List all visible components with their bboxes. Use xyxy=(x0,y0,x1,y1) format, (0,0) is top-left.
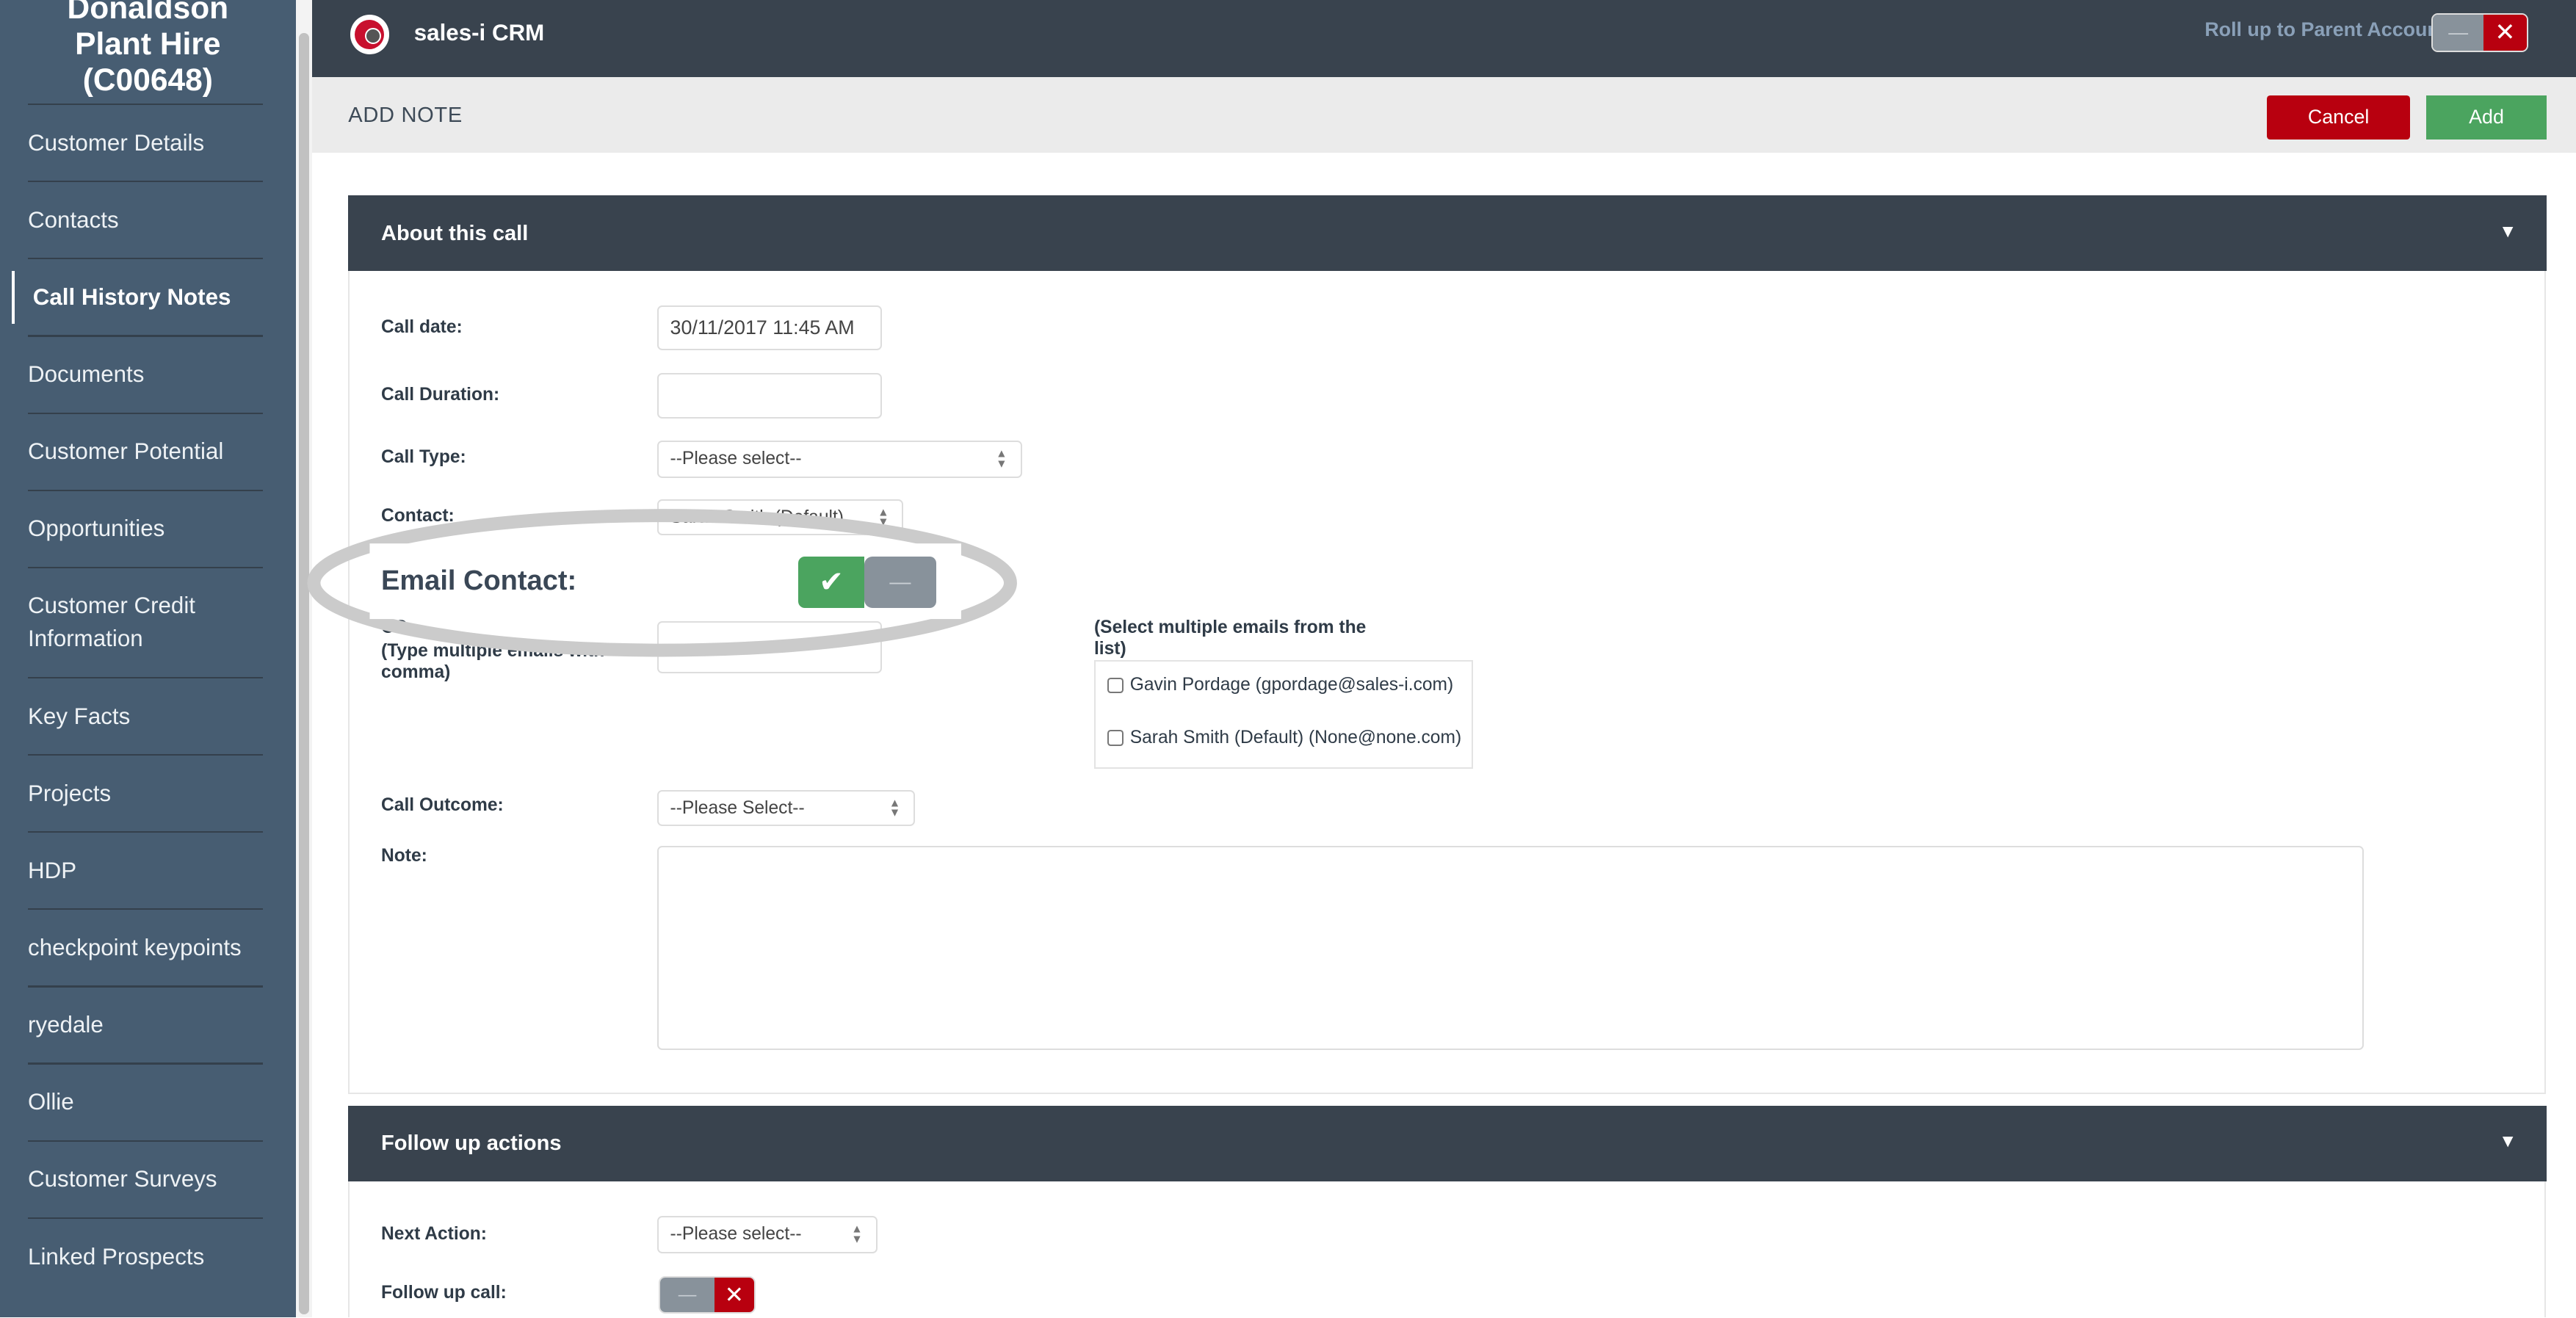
sidebar-item-hdp[interactable]: HDP xyxy=(0,831,296,908)
sidebar-scrollbar-thumb[interactable] xyxy=(299,32,309,1314)
call-type-select[interactable]: --Please select-- ▲ ▼ xyxy=(656,440,1022,479)
email-option-gavin[interactable]: Gavin Pordage (gpordage@sales-i.com) xyxy=(1107,675,1453,695)
sidebar-item-checkpoint-keypoints[interactable]: checkpoint keypoints xyxy=(0,908,296,985)
sidebar-item-opportunities[interactable]: Opportunities xyxy=(0,490,296,567)
select-emails-hint-line1: (Select multiple emails from the xyxy=(1093,618,1367,638)
sidebar-item-key-facts[interactable]: Key Facts xyxy=(0,677,296,754)
action-bar xyxy=(312,77,2576,153)
call-type-label: Call Type: xyxy=(381,446,466,467)
sidebar-item-linked-prospects[interactable]: Linked Prospects xyxy=(0,1217,296,1295)
sidebar-item-projects[interactable]: Projects xyxy=(0,754,296,831)
select-arrows-icon: ▲ ▼ xyxy=(889,797,901,819)
sidebar-item-label: Customer Surveys xyxy=(28,1166,217,1192)
email-option-label: Gavin Pordage (gpordage@sales-i.com) xyxy=(1129,675,1454,695)
sidebar-item-call-history-notes[interactable]: Call History Notes xyxy=(0,258,296,335)
sidebar-item-label: Documents xyxy=(28,361,145,388)
sidebar-item-customer-potential[interactable]: Customer Potential xyxy=(0,413,296,490)
sidebar-item-label: Customer Details xyxy=(28,129,205,156)
account-name-line1: Donaldson xyxy=(67,0,229,26)
sidebar-item-customer-surveys[interactable]: Customer Surveys xyxy=(0,1140,296,1217)
sidebar-item-label: Customer Credit Information xyxy=(28,593,195,651)
account-code: (C00648) xyxy=(82,63,213,98)
sidebar-item-customer-credit-information[interactable]: Customer Credit Information xyxy=(0,567,296,677)
sidebar-item-label: Key Facts xyxy=(28,703,131,729)
email-contact-label: Email Contact: xyxy=(381,565,577,596)
sidebar-item-ollie[interactable]: Ollie xyxy=(0,1062,296,1140)
sidebar-item-ryedale[interactable]: ryedale xyxy=(0,985,296,1062)
call-outcome-value: --Please Select-- xyxy=(670,797,805,818)
rollup-toggle[interactable]: — ✕ xyxy=(2431,12,2528,53)
next-action-select[interactable]: --Please select-- ▲ ▼ xyxy=(656,1215,878,1253)
sidebar-item-label: Contacts xyxy=(28,206,119,233)
call-duration-label: Call Duration: xyxy=(381,384,500,405)
sidebar: Donaldson Plant Hire (C00648) Customer D… xyxy=(0,0,296,1318)
close-icon: ✕ xyxy=(2483,14,2527,51)
call-date-label: Call date: xyxy=(381,316,463,337)
email-option-sarah[interactable]: Sarah Smith (Default) (None@none.com) xyxy=(1107,728,1461,748)
rollup-label: Roll up to Parent Account: xyxy=(2204,18,2453,40)
panel-title: About this call xyxy=(381,222,529,245)
active-indicator xyxy=(11,271,15,324)
email-option-label: Sarah Smith (Default) (None@none.com) xyxy=(1129,728,1462,748)
sidebar-item-contacts[interactable]: Contacts xyxy=(0,181,296,258)
select-arrows-icon: ▲ ▼ xyxy=(851,1223,863,1246)
call-outcome-label: Call Outcome: xyxy=(381,794,504,815)
sidebar-item-label: Call History Notes xyxy=(32,284,231,311)
add-button[interactable]: Add xyxy=(2426,95,2547,140)
follow-up-call-label: Follow up call: xyxy=(381,1283,507,1303)
select-emails-hint-line2: list) xyxy=(1093,639,1126,659)
dash-icon: — xyxy=(864,557,937,608)
dash-icon: — xyxy=(660,1278,714,1313)
close-icon: ✕ xyxy=(714,1278,754,1313)
account-title: Donaldson Plant Hire (C00648) xyxy=(0,0,296,98)
checkbox[interactable] xyxy=(1107,677,1124,694)
collapse-caret-icon[interactable]: ▼ xyxy=(2499,1131,2517,1152)
collapse-caret-icon[interactable]: ▼ xyxy=(2499,222,2517,242)
page-title: ADD NOTE xyxy=(348,103,463,127)
about-call-panel-header[interactable]: About this call ▼ xyxy=(348,195,2547,272)
account-name-line2: Plant Hire xyxy=(75,26,221,62)
sidebar-item-label: checkpoint keypoints xyxy=(28,934,242,960)
note-textarea[interactable] xyxy=(656,846,2365,1050)
sidebar-item-label: Customer Potential xyxy=(28,438,224,465)
checkmark-icon: ✔ xyxy=(798,557,864,608)
checkbox[interactable] xyxy=(1107,730,1124,747)
call-duration-input[interactable] xyxy=(656,372,883,419)
followup-panel-header[interactable]: Follow up actions ▼ xyxy=(348,1105,2547,1181)
panel-title: Follow up actions xyxy=(381,1131,562,1156)
sales-i-logo-icon xyxy=(350,15,390,54)
call-date-input[interactable]: 30/11/2017 11:45 AM xyxy=(656,305,883,350)
email-contact-toggle[interactable]: ✔ — xyxy=(798,557,937,608)
follow-up-call-toggle[interactable]: — ✕ xyxy=(659,1276,756,1314)
call-type-value: --Please select-- xyxy=(670,449,802,469)
next-action-label: Next Action: xyxy=(381,1223,487,1244)
cancel-button[interactable]: Cancel xyxy=(2267,95,2410,140)
sidebar-item-customer-details[interactable]: Customer Details xyxy=(0,104,296,181)
app-name: sales-i CRM xyxy=(413,19,545,46)
next-action-value: --Please select-- xyxy=(670,1224,802,1245)
sidebar-item-label: Linked Prospects xyxy=(28,1243,205,1270)
sidebar-item-label: Ollie xyxy=(28,1089,74,1115)
sidebar-item-documents[interactable]: Documents xyxy=(0,335,296,412)
call-outcome-select[interactable]: --Please Select-- ▲ ▼ xyxy=(656,790,916,827)
note-label: Note: xyxy=(381,846,427,866)
sidebar-item-label: Projects xyxy=(28,780,112,806)
sidebar-item-label: Opportunities xyxy=(28,515,165,542)
select-arrows-icon: ▲ ▼ xyxy=(996,447,1007,471)
sidebar-item-label: HDP xyxy=(28,857,77,883)
dash-icon: — xyxy=(2433,14,2484,51)
sidebar-item-label: ryedale xyxy=(28,1012,104,1038)
